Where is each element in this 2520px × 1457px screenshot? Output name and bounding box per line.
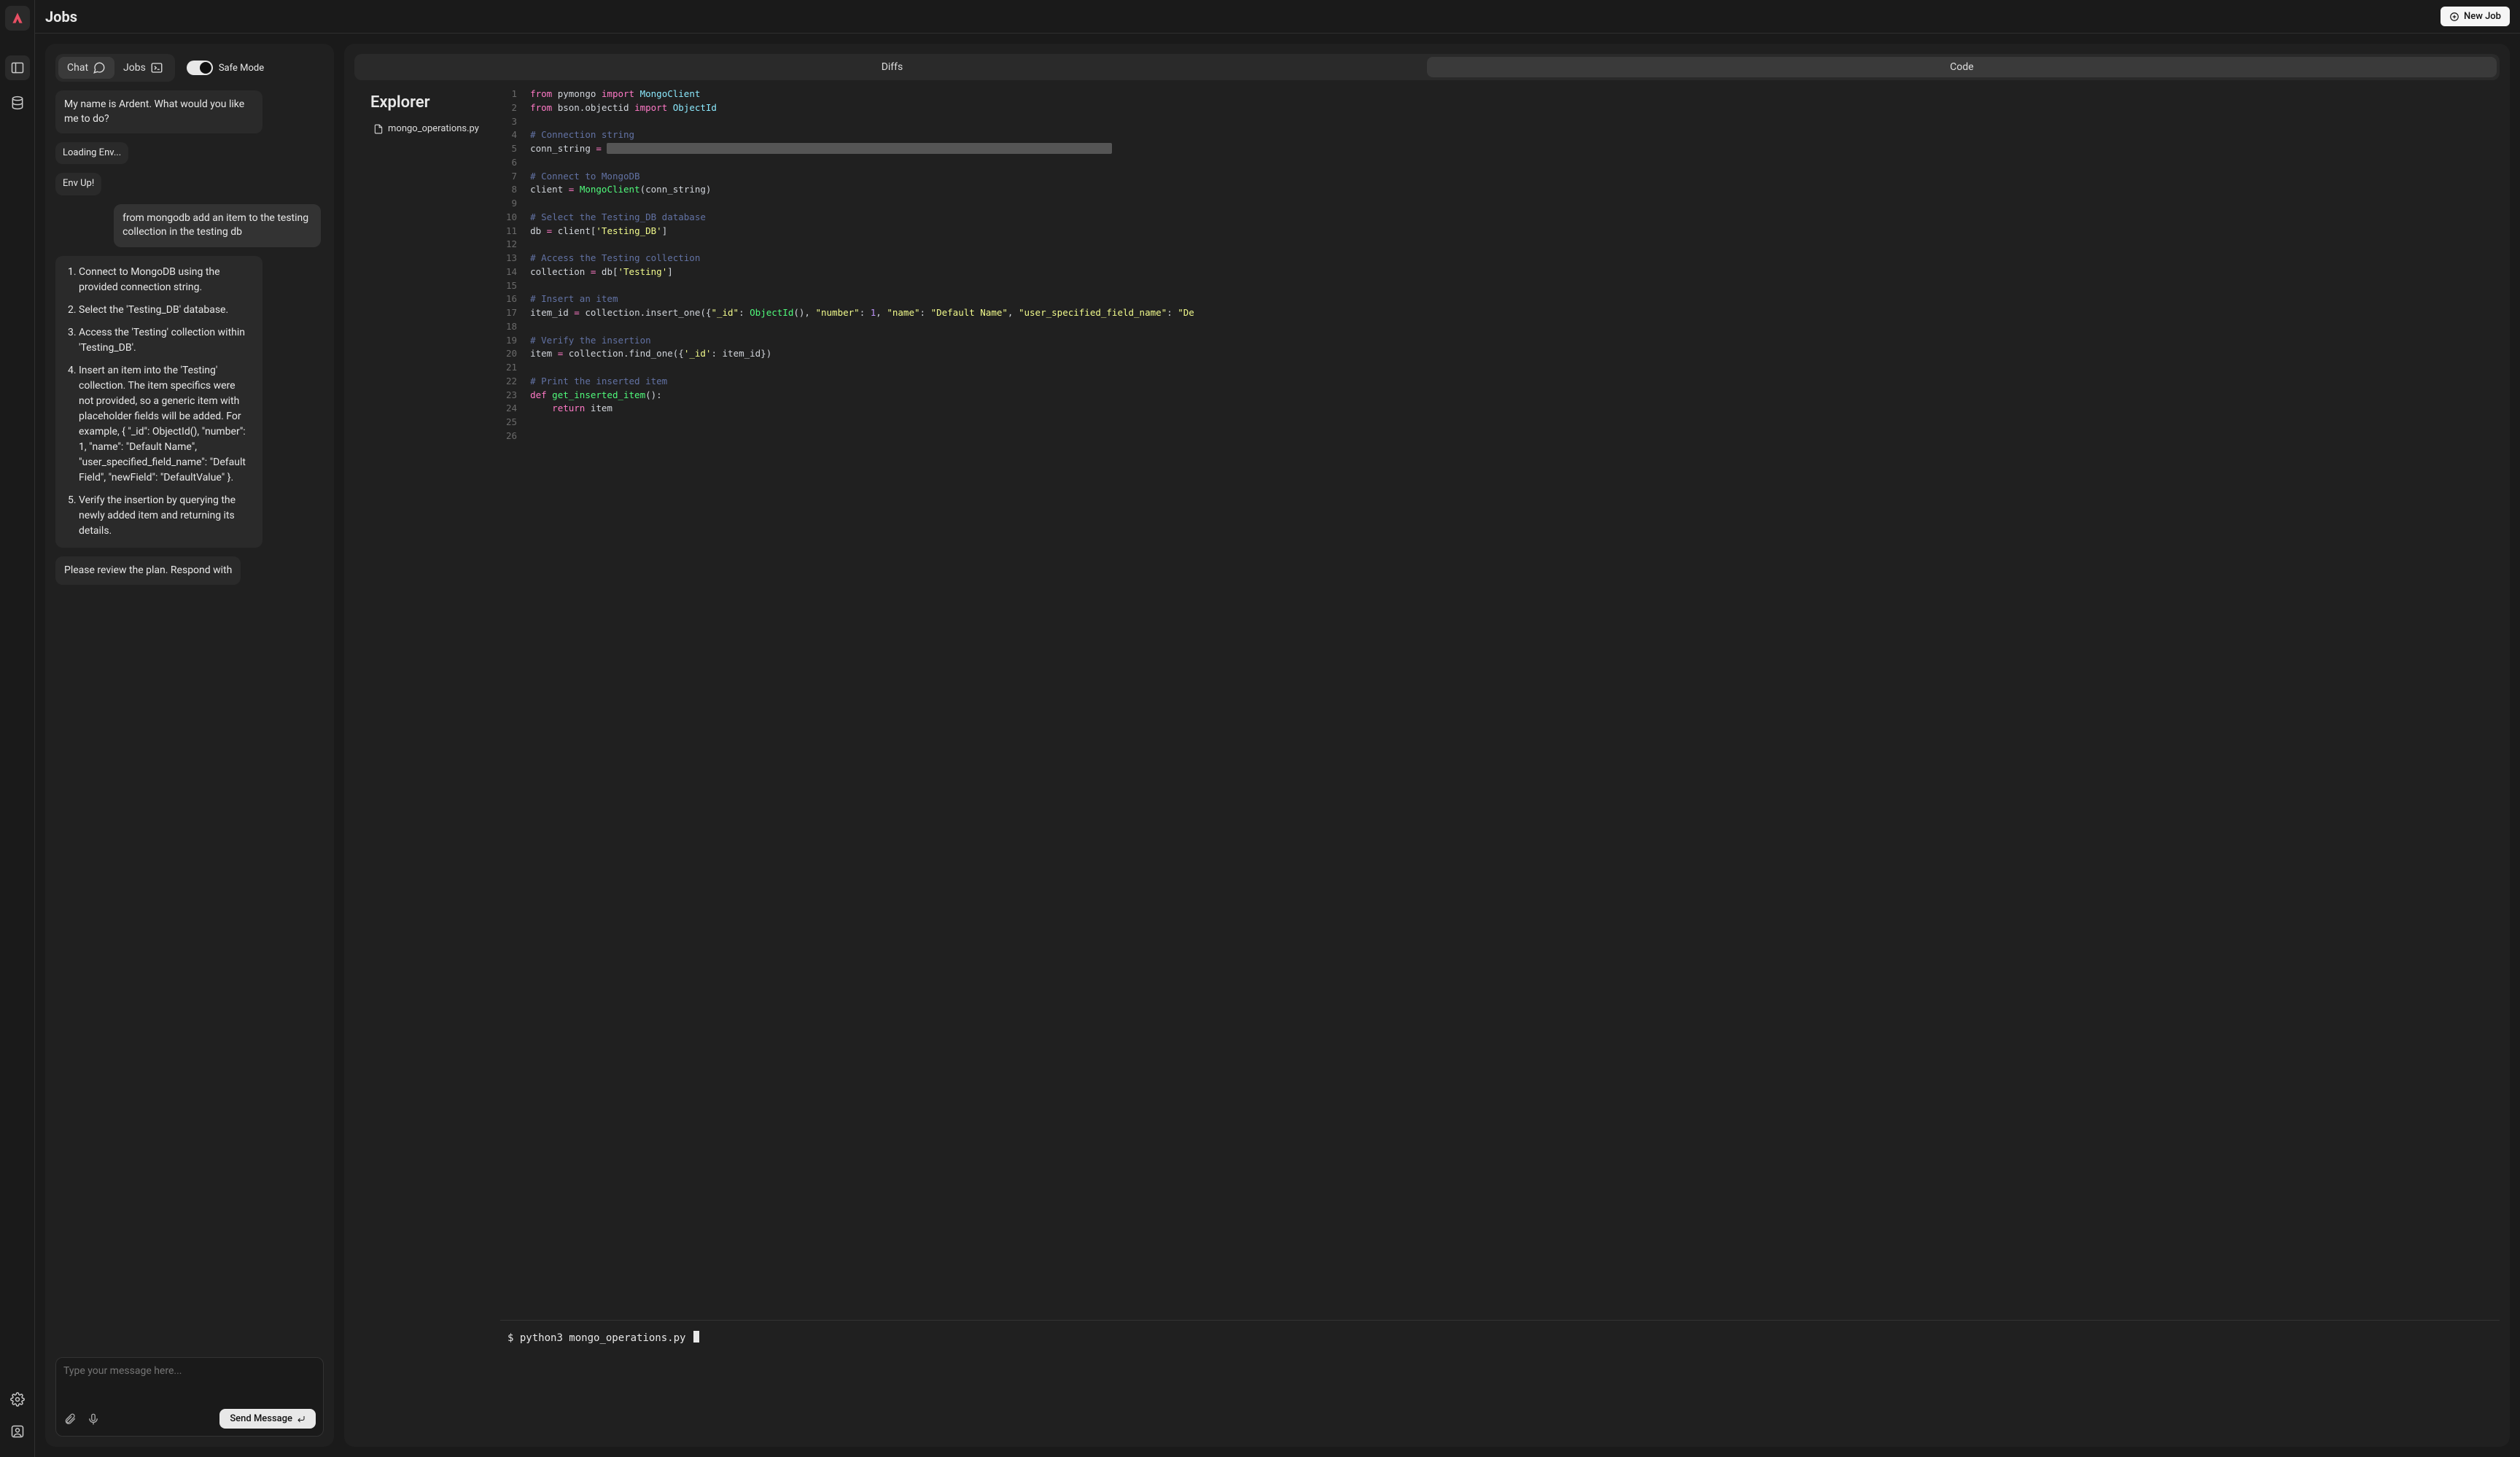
plan-item: Access the 'Testing' collection within '… (79, 325, 252, 356)
rail-profile[interactable] (5, 1419, 30, 1444)
safe-mode-toggle[interactable]: Safe Mode (187, 61, 264, 75)
safe-mode-label: Safe Mode (219, 63, 264, 74)
chat-jobs-tabs: Chat Jobs (55, 54, 175, 82)
terminal-icon (150, 61, 163, 74)
mic-button[interactable] (87, 1413, 100, 1426)
database-icon (10, 96, 25, 110)
file-icon (373, 124, 384, 134)
plan-item: Verify the insertion by querying the new… (79, 493, 252, 539)
plan-item: Connect to MongoDB using the provided co… (79, 265, 252, 295)
rail-panels[interactable] (5, 55, 30, 80)
terminal[interactable]: $ python3 mongo_operations.py (500, 1320, 2500, 1437)
msg-user-req: from mongodb add an item to the testing … (114, 204, 321, 247)
file-item[interactable]: mongo_operations.py (370, 122, 494, 136)
msg-greeting: My name is Ardent. What would you like m… (55, 90, 262, 133)
app-logo[interactable] (5, 6, 30, 31)
msg-env-up: Env Up! (55, 173, 101, 195)
file-explorer: Explorer mongo_operations.py (354, 85, 500, 1437)
mic-icon (87, 1413, 100, 1426)
plan-block: Connect to MongoDB using the provided co… (55, 256, 262, 548)
tab-chat[interactable]: Chat (58, 57, 114, 79)
plan-item: Select the 'Testing_DB' database. (79, 303, 252, 318)
code-editor[interactable]: 1234567891011121314151617181920212223242… (500, 85, 2500, 1320)
tab-code[interactable]: Code (1427, 57, 2497, 77)
new-job-button[interactable]: New Job (2441, 7, 2510, 26)
terminal-cmd: python3 mongo_operations.py (520, 1332, 686, 1344)
terminal-prompt: $ (508, 1332, 513, 1344)
rail-database[interactable] (5, 90, 30, 115)
message-input[interactable] (63, 1365, 316, 1388)
file-name: mongo_operations.py (388, 123, 479, 134)
attach-button[interactable] (63, 1413, 77, 1426)
code-panel: Diffs Code Explorer mongo_operations.py … (344, 44, 2510, 1447)
enter-icon (297, 1415, 306, 1423)
terminal-caret (693, 1331, 699, 1343)
page-title: Jobs (45, 8, 77, 26)
plus-circle-icon (2449, 12, 2459, 22)
plan-item: Insert an item into the 'Testing' collec… (79, 363, 252, 486)
header: Jobs New Job (35, 0, 2520, 34)
msg-loading: Loading Env... (55, 142, 128, 164)
chat-scroll[interactable]: My name is Ardent. What would you like m… (55, 90, 324, 1351)
new-job-label: New Job (2464, 11, 2501, 22)
tab-diffs[interactable]: Diffs (357, 57, 1427, 77)
paperclip-icon (63, 1413, 77, 1426)
nav-rail (0, 0, 35, 1457)
gear-icon (10, 1392, 25, 1407)
toggle-switch[interactable] (187, 61, 213, 75)
logo-icon (10, 11, 25, 26)
chat-bubble-icon (93, 61, 106, 74)
msg-review: Please review the plan. Respond with (55, 556, 241, 586)
code-tabs: Diffs Code (354, 54, 2500, 80)
tab-jobs[interactable]: Jobs (114, 57, 172, 79)
explorer-title: Explorer (370, 93, 494, 112)
composer: Send Message (55, 1357, 324, 1437)
user-icon (10, 1424, 25, 1439)
chat-panel: Chat Jobs Safe Mode My name is (45, 44, 334, 1447)
rail-settings[interactable] (5, 1387, 30, 1412)
send-button[interactable]: Send Message (219, 1409, 316, 1429)
panels-icon (10, 61, 25, 75)
